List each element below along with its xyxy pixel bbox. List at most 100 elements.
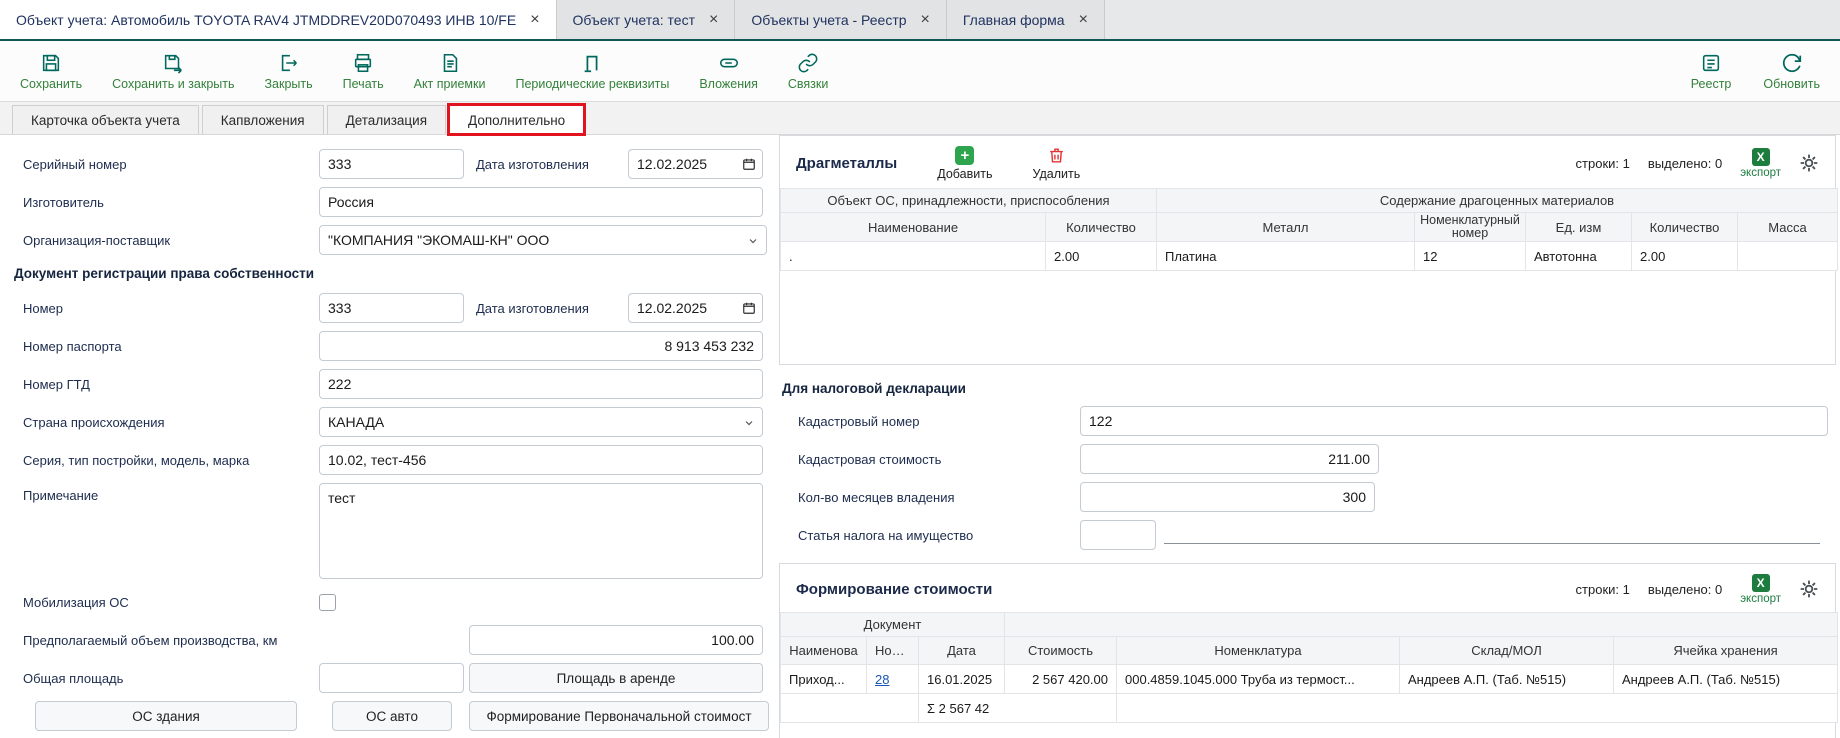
acceptance-act-label: Акт приемки: [414, 77, 486, 91]
col-header-warehouse: Склад/МОЛ: [1400, 637, 1614, 665]
cell-nomenclature[interactable]: 000.4859.1045.000 Труба из термост...: [1117, 665, 1400, 694]
window-tab-object-test[interactable]: Объект учета: тест ×: [557, 0, 736, 39]
cell-metal[interactable]: Платина: [1157, 242, 1415, 271]
calendar-icon[interactable]: [742, 301, 756, 315]
excel-export-button[interactable]: X экспорт: [1740, 148, 1781, 179]
country-label: Страна происхождения: [23, 415, 319, 430]
window-tab-label: Главная форма: [963, 12, 1065, 28]
tab-object-card[interactable]: Карточка объекта учета: [12, 105, 199, 134]
cell-storage-cell[interactable]: Андреев А.П. (Таб. №515): [1614, 665, 1838, 694]
manufacturer-label: Изготовитель: [23, 195, 319, 210]
supplier-select[interactable]: [319, 225, 767, 255]
cell-unit[interactable]: Автотонна: [1526, 242, 1632, 271]
table-row[interactable]: Приход... 28 16.01.2025 2 567 420.00 000…: [781, 665, 1838, 694]
excel-icon: X: [1752, 574, 1770, 592]
refresh-button[interactable]: Обновить: [1763, 52, 1820, 91]
tab-additional[interactable]: Дополнительно: [449, 105, 584, 134]
serial-number-field[interactable]: [319, 149, 464, 179]
print-label: Печать: [343, 77, 384, 91]
attachments-button[interactable]: Вложения: [699, 52, 758, 91]
periodic-requisites-icon: [581, 52, 603, 74]
cadastral-number-field[interactable]: [1080, 406, 1828, 436]
document-number-link[interactable]: 28: [875, 672, 889, 687]
cell-mass[interactable]: [1738, 242, 1838, 271]
area-rent-button[interactable]: Площадь в аренде: [469, 663, 763, 693]
right-panel: Драгметаллы + Добавить Удалить строки: 1…: [775, 135, 1840, 738]
col-header-quantity2: Количество: [1632, 213, 1738, 242]
manufacturer-field[interactable]: [319, 187, 763, 217]
cell-doc-number[interactable]: 28: [867, 665, 919, 694]
months-owned-label: Кол-во месяцев владения: [779, 490, 1080, 505]
tab-detail[interactable]: Детализация: [327, 105, 446, 134]
periodic-requisites-button[interactable]: Периодические реквизиты: [515, 52, 669, 91]
property-tax-article-field[interactable]: [1080, 520, 1156, 550]
months-owned-field[interactable]: [1080, 482, 1375, 512]
links-button[interactable]: Связки: [788, 52, 828, 91]
mobilization-label: Мобилизация ОС: [23, 595, 319, 610]
property-tax-article-lookup[interactable]: [1164, 526, 1820, 544]
total-area-field[interactable]: [319, 663, 464, 693]
save-button[interactable]: Сохранить: [20, 52, 82, 91]
cell-warehouse[interactable]: Андреев А.П. (Таб. №515): [1400, 665, 1614, 694]
add-row-button[interactable]: + Добавить: [937, 146, 992, 181]
ownership-doc-section-title: Документ регистрации права собственности: [14, 263, 775, 283]
window-tab-object-rav4[interactable]: Объект учета: Автомобиль TOYOTA RAV4 JTM…: [0, 0, 557, 39]
cell-quantity[interactable]: 2.00: [1046, 242, 1157, 271]
close-tab-icon[interactable]: ×: [921, 12, 930, 28]
excel-export-button[interactable]: X экспорт: [1740, 574, 1781, 605]
save-and-close-button[interactable]: Сохранить и закрыть: [112, 52, 234, 91]
close-tab-icon[interactable]: ×: [709, 12, 718, 28]
doc-number-field[interactable]: [319, 293, 464, 323]
grid-settings-button[interactable]: [1799, 579, 1819, 599]
window-tab-label: Объект учета: тест: [573, 12, 695, 28]
registry-button[interactable]: Реестр: [1691, 52, 1732, 91]
calendar-icon[interactable]: [742, 157, 756, 171]
delete-row-label: Удалить: [1033, 167, 1081, 181]
delete-row-button[interactable]: Удалить: [1033, 146, 1081, 181]
total-empty-cell: [1117, 694, 1838, 723]
col-header-doc-date: Дата: [919, 637, 1005, 665]
table-row[interactable]: . 2.00 Платина 12 Автотонна 2.00: [781, 242, 1838, 271]
chevron-down-icon[interactable]: [747, 235, 759, 247]
cadastral-value-field[interactable]: [1080, 444, 1379, 474]
cell-nomenclature-number[interactable]: 12: [1415, 242, 1526, 271]
printer-icon: [352, 52, 374, 74]
col-header-nomenclature-number: Номенклатурный номер: [1415, 213, 1526, 242]
grid-settings-button[interactable]: [1799, 153, 1819, 173]
serial-number-label: Серийный номер: [23, 157, 319, 172]
mobilization-checkbox[interactable]: [319, 594, 336, 611]
close-button[interactable]: Закрыть: [265, 52, 313, 91]
chevron-down-icon[interactable]: [743, 417, 755, 429]
os-buildings-button[interactable]: ОС здания: [35, 701, 297, 731]
cell-cost[interactable]: 2 567 420.00: [1005, 665, 1117, 694]
initial-cost-formation-button[interactable]: Формирование Первоначальной стоимост: [469, 701, 769, 731]
cell-doc-name[interactable]: Приход...: [781, 665, 867, 694]
passport-number-field[interactable]: [319, 331, 763, 361]
group-header-metal-content: Содержание драгоценных материалов: [1157, 189, 1838, 213]
cost-formation-table: Документ Наименова Номер Дата Стоимость …: [780, 612, 1838, 723]
close-tab-icon[interactable]: ×: [1079, 12, 1088, 28]
gtd-number-field[interactable]: [319, 369, 763, 399]
window-tab-main-form[interactable]: Главная форма ×: [947, 0, 1105, 39]
print-button[interactable]: Печать: [343, 52, 384, 91]
country-select[interactable]: [319, 407, 763, 437]
gear-icon: [1799, 579, 1819, 599]
rows-count: строки: 1: [1576, 156, 1630, 171]
doc-number-label: Номер: [23, 301, 319, 316]
application-window: Объект учета: Автомобиль TOYOTA RAV4 JTM…: [0, 0, 1840, 738]
os-auto-button[interactable]: ОС авто: [332, 701, 452, 731]
cost-formation-section: Формирование стоимости строки: 1 выделен…: [779, 563, 1836, 738]
cell-doc-date[interactable]: 16.01.2025: [919, 665, 1005, 694]
cell-name[interactable]: .: [781, 242, 1046, 271]
acceptance-act-button[interactable]: Акт приемки: [414, 52, 486, 91]
document-icon: [439, 52, 461, 74]
supplier-label: Организация-поставщик: [23, 233, 319, 248]
close-tab-icon[interactable]: ×: [530, 12, 539, 28]
window-tab-registry[interactable]: Объекты учета - Реестр ×: [735, 0, 947, 39]
tab-capex[interactable]: Капвложения: [202, 105, 324, 134]
series-model-field[interactable]: [319, 445, 763, 475]
note-textarea[interactable]: тест: [319, 483, 763, 579]
cell-quantity2[interactable]: 2.00: [1632, 242, 1738, 271]
production-volume-field[interactable]: [469, 625, 763, 655]
cadastral-value-label: Кадастровая стоимость: [779, 452, 1080, 467]
